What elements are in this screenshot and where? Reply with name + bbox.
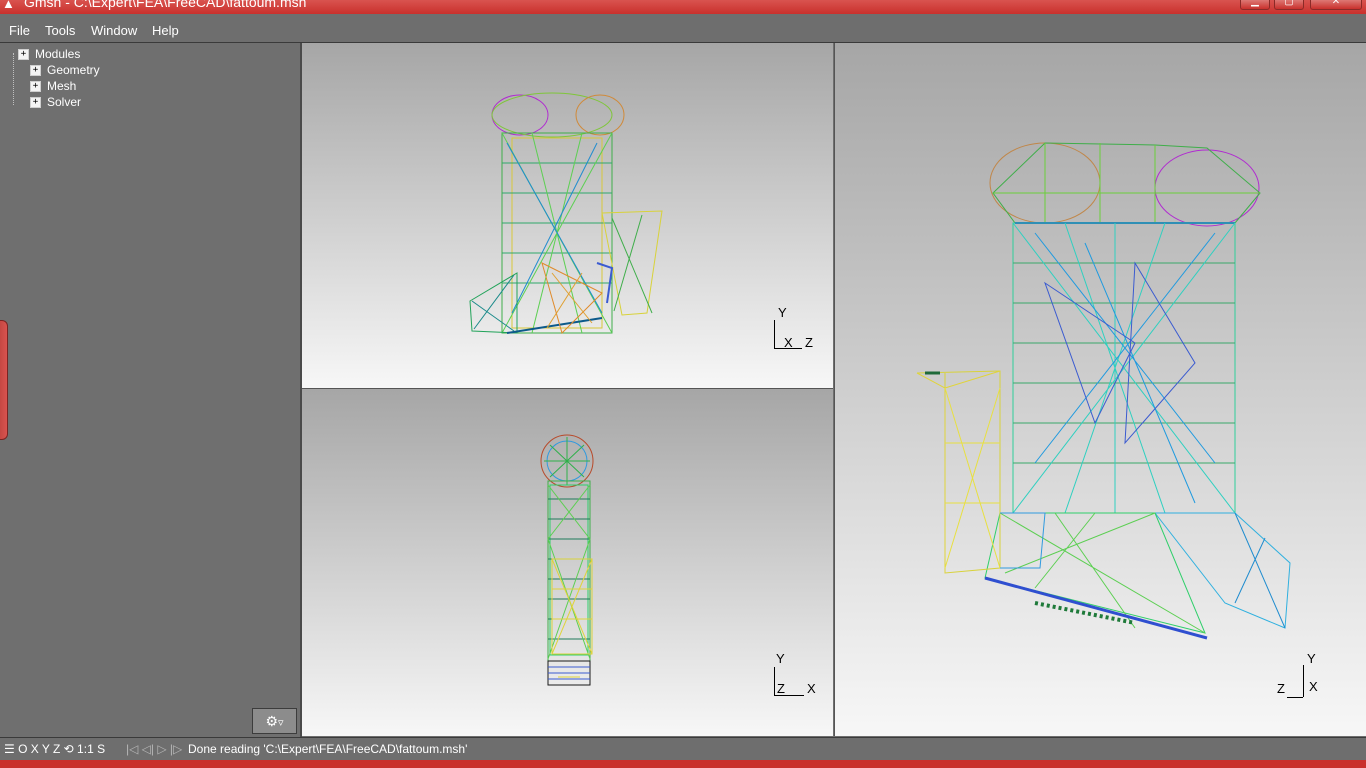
viewport-right[interactable]: Y Z X	[834, 43, 1366, 736]
mesh-wireframe-front	[469, 92, 663, 334]
axis-indicator	[774, 667, 775, 695]
axis-label-up: Y	[1307, 651, 1316, 666]
menu-help[interactable]: Help	[152, 23, 179, 38]
maximize-button[interactable]: ▢	[1274, 0, 1304, 10]
axis-label-a: X	[784, 335, 793, 350]
axis-label-a: Z	[777, 681, 785, 696]
taskbar-strip	[0, 760, 1366, 768]
tree-item-label: Solver	[47, 95, 82, 109]
axis-label-a: Z	[1277, 681, 1285, 696]
tree-item-modules[interactable]: + Modules	[18, 46, 80, 62]
axis-label-b: X	[807, 681, 816, 696]
gear-icon: ⚙	[265, 713, 279, 729]
status-message: Done reading 'C:\Expert\FEA\FreeCAD\fatt…	[188, 742, 468, 756]
axis-label-b: Z	[805, 335, 813, 350]
title-bar: ▲ Gmsh - C:\Expert\FEA\FreeCAD\fattoum.m…	[0, 0, 1366, 14]
menu-window[interactable]: Window	[91, 23, 137, 38]
axis-label-up: Y	[778, 305, 787, 320]
axis-indicator	[1287, 697, 1303, 698]
tree-item-geometry[interactable]: + Geometry	[30, 62, 100, 78]
expand-icon[interactable]: +	[30, 65, 41, 77]
close-button[interactable]: ✕	[1310, 0, 1362, 10]
viewport-bottom-left[interactable]: Y Z X	[302, 389, 833, 736]
expand-icon[interactable]: +	[18, 49, 29, 61]
tree-item-label: Geometry	[47, 63, 100, 77]
viewport-top-left[interactable]: Y X Z	[302, 43, 833, 389]
axis-label-b: X	[1309, 679, 1318, 694]
expand-icon[interactable]: +	[30, 97, 41, 109]
axis-indicator	[774, 320, 775, 348]
tree-item-label: Mesh	[47, 79, 77, 93]
axis-label-up: Y	[776, 651, 785, 666]
menu-file[interactable]: File	[9, 23, 30, 38]
side-dock-tab[interactable]	[0, 320, 8, 440]
status-bar: ☰ O X Y Z ⟲ 1:1 S |◁ ◁| ▷ |▷ Done readin…	[0, 737, 1366, 760]
gmsh-logo-icon: ▲	[2, 0, 15, 11]
tree-item-label: Modules	[35, 47, 81, 61]
quick-view-buttons[interactable]: ☰ O X Y Z ⟲ 1:1 S	[4, 738, 105, 760]
animation-buttons[interactable]: |◁ ◁| ▷ |▷	[126, 738, 182, 760]
axis-indicator	[1303, 665, 1304, 697]
menu-tools[interactable]: Tools	[45, 23, 75, 38]
tree-item-solver[interactable]: + Solver	[30, 94, 81, 110]
window-title: Gmsh - C:\Expert\FEA\FreeCAD\fattoum.msh	[24, 0, 307, 10]
menu-bar: File Tools Window Help	[0, 14, 1366, 43]
dropdown-arrow-icon: ▿	[278, 717, 284, 729]
module-tree-panel: + Modules + Geometry + Mesh + Solver	[0, 43, 302, 737]
settings-button[interactable]: ⚙▿	[252, 708, 297, 734]
minimize-button[interactable]: ▁	[1240, 0, 1270, 10]
tree-item-mesh[interactable]: + Mesh	[30, 78, 76, 94]
mesh-wireframe-side	[540, 434, 594, 686]
mesh-wireframe-perspective	[916, 142, 1291, 640]
expand-icon[interactable]: +	[30, 81, 41, 93]
tree-connector	[13, 53, 14, 105]
